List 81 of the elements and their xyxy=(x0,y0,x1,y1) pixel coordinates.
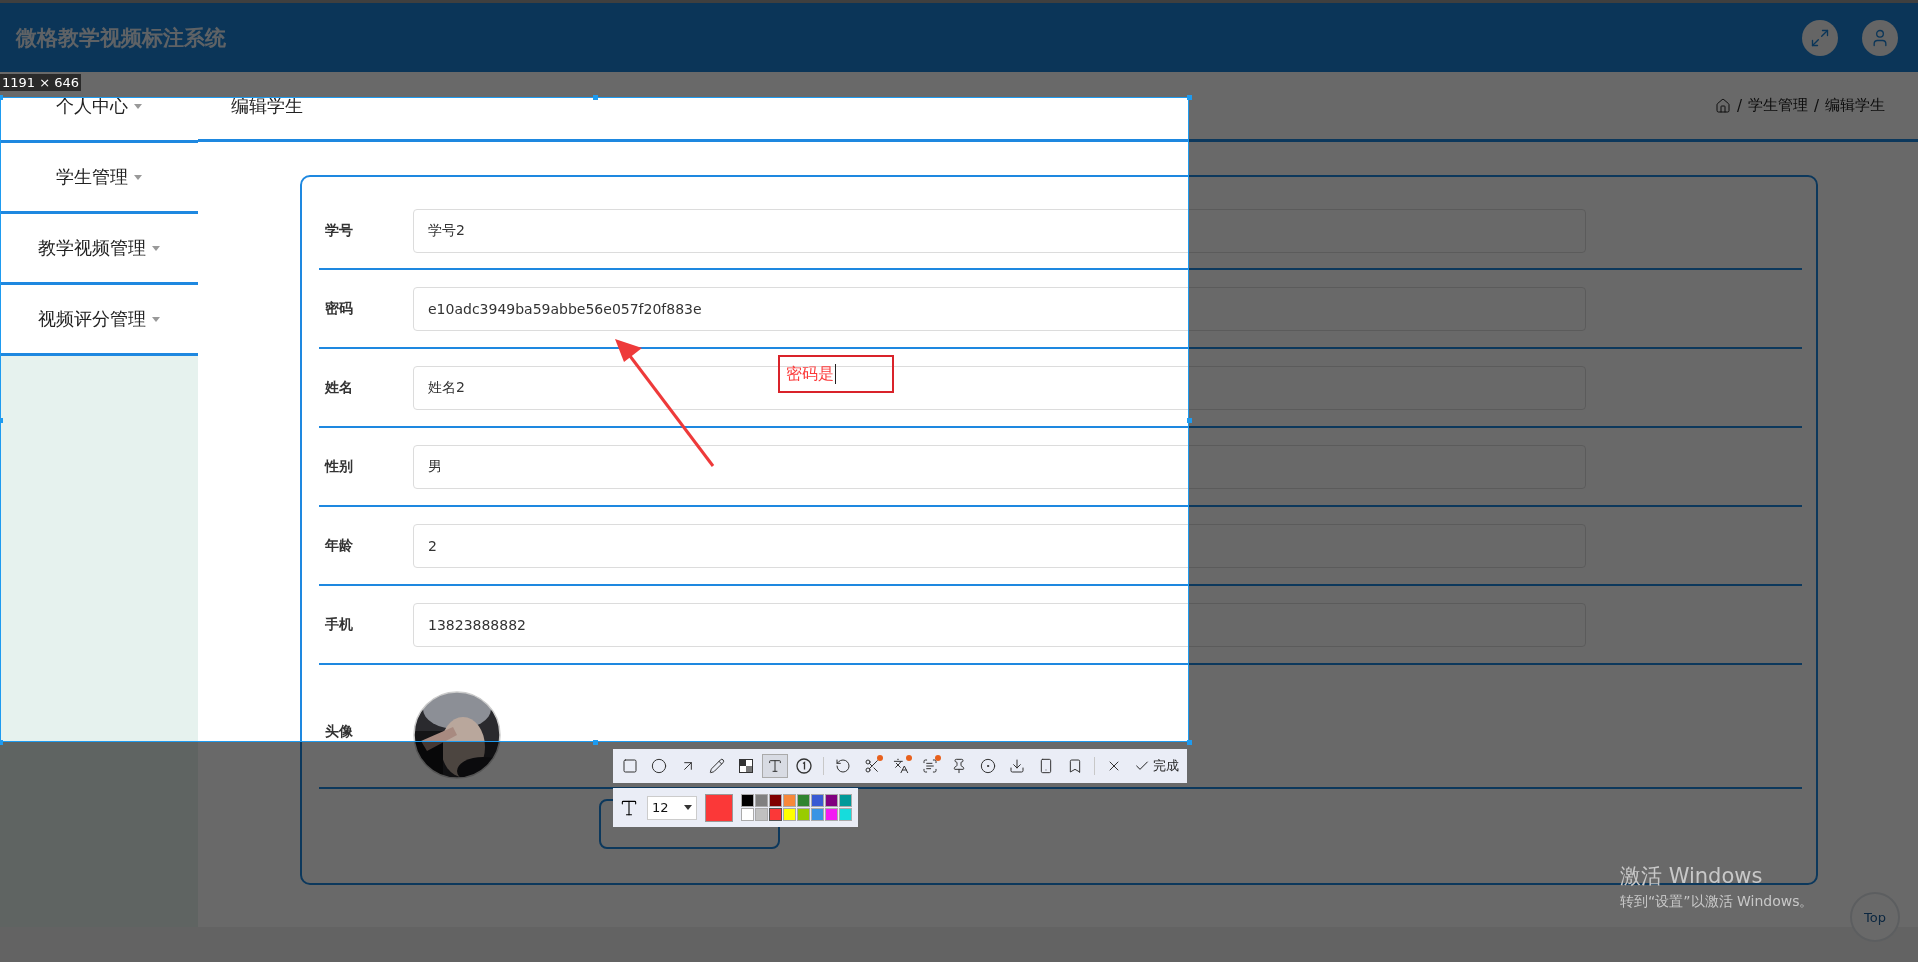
expand-icon xyxy=(1810,27,1830,48)
color-swatch[interactable] xyxy=(769,808,782,821)
input-field[interactable]: 学号2 xyxy=(413,208,1586,253)
fullscreen-button[interactable] xyxy=(1802,19,1838,56)
text-tool-icon xyxy=(767,758,783,774)
mosaic-icon xyxy=(739,759,753,773)
color-swatch[interactable] xyxy=(839,794,852,807)
caret-icon xyxy=(152,245,160,251)
notification-dot xyxy=(935,755,941,761)
scan-text-icon xyxy=(922,758,938,774)
color-swatch[interactable] xyxy=(811,794,824,807)
text-cursor xyxy=(835,364,836,384)
translate-icon xyxy=(893,758,909,774)
numbered-circle-icon xyxy=(796,758,812,774)
undo-icon xyxy=(835,758,851,774)
rectangle-icon xyxy=(622,758,638,774)
sidebar-item[interactable]: 教学视频管理 xyxy=(0,214,198,285)
activation-watermark-title: 激活 Windows xyxy=(1620,863,1764,890)
field-label: 手机 xyxy=(324,615,354,634)
user-button[interactable] xyxy=(1862,19,1898,56)
color-swatch[interactable] xyxy=(797,794,810,807)
color-swatch[interactable] xyxy=(755,808,768,821)
notification-dot xyxy=(877,755,883,761)
text-annotation[interactable]: 密码是 xyxy=(778,355,894,393)
resize-handle[interactable] xyxy=(1187,740,1192,745)
field-label: 头像 xyxy=(324,723,354,741)
text-tool-button[interactable] xyxy=(762,754,788,778)
sidebar-item[interactable]: 学生管理 xyxy=(0,143,198,214)
page-title: 编辑学生 xyxy=(231,93,303,118)
field-label: 年龄 xyxy=(324,536,354,555)
resize-handle[interactable] xyxy=(592,95,598,100)
done-button[interactable]: 完成 xyxy=(1130,757,1183,775)
phone-icon xyxy=(1038,758,1054,774)
breadcrumb-separator: / xyxy=(1813,96,1819,115)
app-title: 微格教学视频标注系统 xyxy=(16,24,226,52)
caret-icon xyxy=(134,103,142,109)
notification-dot xyxy=(906,755,912,761)
home-icon[interactable] xyxy=(1714,97,1731,114)
color-swatch[interactable] xyxy=(741,808,754,821)
resize-handle[interactable] xyxy=(1187,417,1192,423)
color-swatch[interactable] xyxy=(755,794,768,807)
color-swatch[interactable] xyxy=(825,808,838,821)
field-label: 姓名 xyxy=(324,378,354,397)
record-icon xyxy=(980,758,996,774)
input-field[interactable]: 2 xyxy=(413,523,1586,568)
breadcrumb-item[interactable]: 学生管理 xyxy=(1747,96,1808,115)
color-swatch[interactable] xyxy=(811,808,824,821)
size-label: 1191 × 646 xyxy=(0,74,82,91)
resize-handle[interactable] xyxy=(592,740,598,745)
breadcrumb-separator: / xyxy=(1736,96,1742,115)
field-label: 学号 xyxy=(324,221,354,240)
scissors-icon xyxy=(864,758,880,774)
color-swatch[interactable] xyxy=(769,794,782,807)
color-swatch[interactable] xyxy=(741,794,754,807)
caret-icon xyxy=(152,316,160,322)
pin-icon xyxy=(951,758,967,774)
current-color-swatch[interactable] xyxy=(705,793,733,822)
input-field[interactable]: 男 xyxy=(413,444,1586,489)
input-field[interactable]: 13823888882 xyxy=(413,602,1586,647)
caret-icon xyxy=(134,174,142,180)
color-swatch[interactable] xyxy=(839,808,852,821)
color-swatch[interactable] xyxy=(825,794,838,807)
field-label: 密码 xyxy=(324,299,354,318)
font-size-dropdown[interactable]: 12 xyxy=(647,795,697,820)
caret-icon xyxy=(684,805,692,810)
color-swatch[interactable] xyxy=(797,808,810,821)
breadcrumb-item[interactable]: 编辑学生 xyxy=(1825,96,1885,115)
resize-handle[interactable] xyxy=(1187,95,1192,100)
color-swatch[interactable] xyxy=(783,794,796,807)
sidebar-item[interactable]: 视频评分管理 xyxy=(0,285,198,356)
color-swatch[interactable] xyxy=(783,808,796,821)
input-field[interactable]: e10adc3949ba59abbe56e057f20f883e xyxy=(413,286,1586,331)
annotation-text: 密码是 xyxy=(786,363,834,385)
activation-watermark-text: 转到“设置”以激活 Windows。 xyxy=(1620,893,1814,911)
pencil-icon xyxy=(709,758,725,774)
field-label: 性别 xyxy=(323,457,354,476)
resize-handle[interactable] xyxy=(0,417,3,423)
bookmark-icon xyxy=(1067,758,1083,774)
selection-frame[interactable] xyxy=(0,97,1189,742)
download-icon xyxy=(1009,758,1025,774)
circle-icon xyxy=(651,758,667,774)
